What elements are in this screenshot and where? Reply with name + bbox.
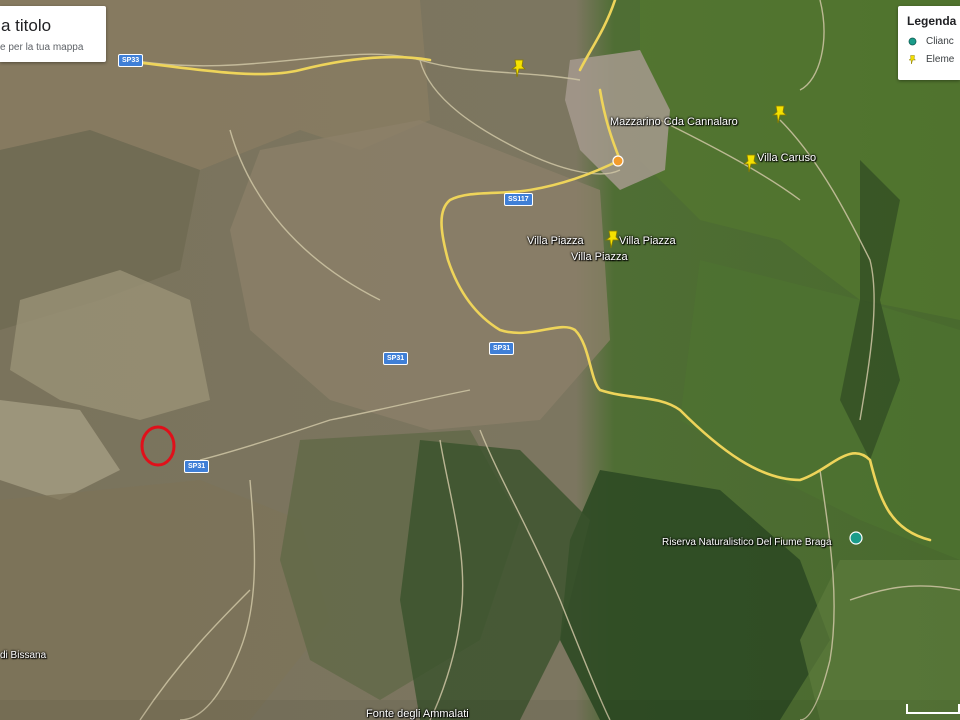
map-title-panel[interactable]: a titolo e per la tua mappa (0, 6, 106, 62)
satellite-map[interactable] (0, 0, 960, 720)
legend-title: Legenda (907, 14, 957, 28)
place-label-fonte[interactable]: Fonte degli Ammalati (366, 708, 469, 720)
place-label-riserva[interactable]: Riserva Naturalistico Del Fiume Braga (662, 537, 832, 548)
place-label-villa-piazza[interactable]: Villa Piazza (527, 235, 584, 247)
yellow-pushpin-icon[interactable] (510, 58, 528, 78)
place-label-villa-caruso[interactable]: Villa Caruso (757, 152, 816, 164)
road-shield: SP31 (489, 342, 515, 355)
place-label-bissana[interactable]: di Bissana (0, 650, 46, 661)
scale-bar (906, 704, 960, 714)
yellow-pushpin-icon[interactable] (771, 104, 789, 124)
road-shield: SP31 (184, 460, 210, 473)
road-shield: SP31 (383, 352, 409, 365)
legend-panel[interactable]: Legenda Clianc Eleme (898, 6, 960, 80)
map-bottom-fade (0, 700, 960, 720)
map-description: e per la tua mappa (0, 42, 84, 53)
map-title[interactable]: a titolo (1, 16, 51, 36)
legend-item[interactable]: Eleme (908, 54, 954, 68)
place-label-mazzarino[interactable]: Mazzarino Cda Cannalaro (610, 116, 738, 128)
orange-poi-icon[interactable] (612, 155, 624, 167)
yellow-pushpin-icon (908, 55, 917, 64)
legend-item[interactable]: Clianc (908, 36, 954, 50)
legend-item-label: Clianc (926, 36, 954, 47)
place-label-villa-piazza[interactable]: Villa Piazza (619, 235, 676, 247)
teal-place-icon (908, 37, 917, 46)
road-shield: SS117 (504, 193, 533, 206)
legend-item-label: Eleme (926, 54, 955, 65)
road-shield: SP33 (118, 54, 144, 67)
place-label-villa-piazza[interactable]: Villa Piazza (571, 251, 628, 263)
teal-place-icon[interactable] (849, 531, 863, 545)
